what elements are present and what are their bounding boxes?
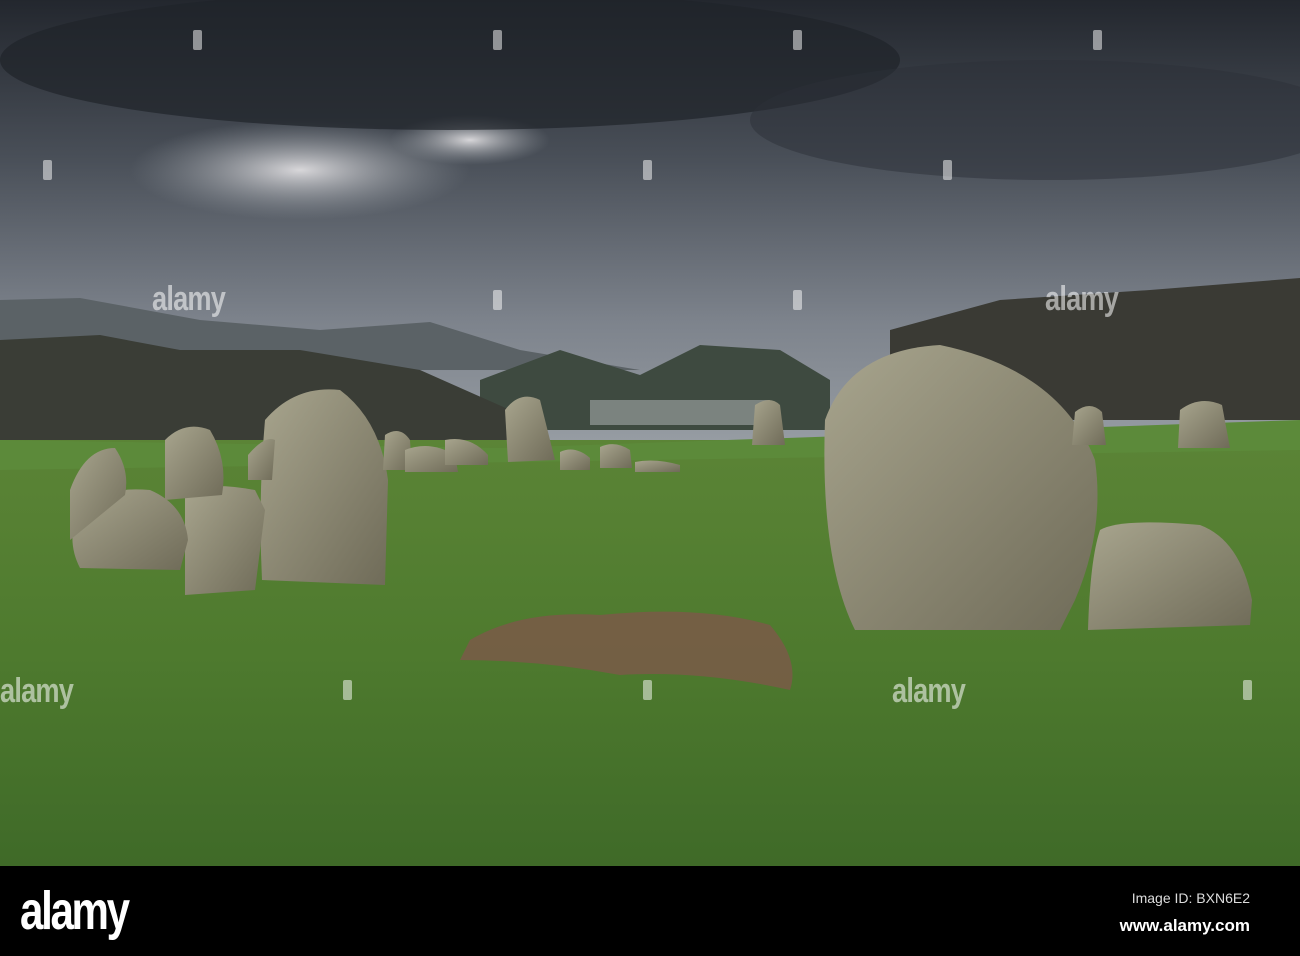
watermark-mark xyxy=(1243,680,1252,700)
watermark-mark xyxy=(1093,30,1102,50)
watermark-mark xyxy=(793,30,802,50)
watermark-mark xyxy=(43,160,52,180)
watermark-mark xyxy=(793,290,802,310)
watermark-mark xyxy=(493,290,502,310)
watermark-text: alamy xyxy=(152,280,226,318)
landscape-photo xyxy=(0,0,1300,866)
alamy-logo: alamy xyxy=(20,881,130,941)
watermark-mark xyxy=(643,680,652,700)
watermark-text: alamy xyxy=(892,672,966,710)
website-link[interactable]: www.alamy.com xyxy=(1120,916,1250,936)
watermark-text: alamy xyxy=(1045,280,1119,318)
watermark-mark xyxy=(493,30,502,50)
watermark-mark xyxy=(193,30,202,50)
image-id: Image ID: BXN6E2 xyxy=(1131,890,1250,906)
stock-photo-page: alamy alamy alamy alamy alamy Image ID: … xyxy=(0,0,1300,956)
footer-bar: alamy Image ID: BXN6E2 www.alamy.com xyxy=(0,866,1300,956)
watermark-mark xyxy=(943,160,952,180)
watermark-text: alamy xyxy=(0,672,74,710)
watermark-mark xyxy=(343,680,352,700)
watermark-mark xyxy=(643,160,652,180)
